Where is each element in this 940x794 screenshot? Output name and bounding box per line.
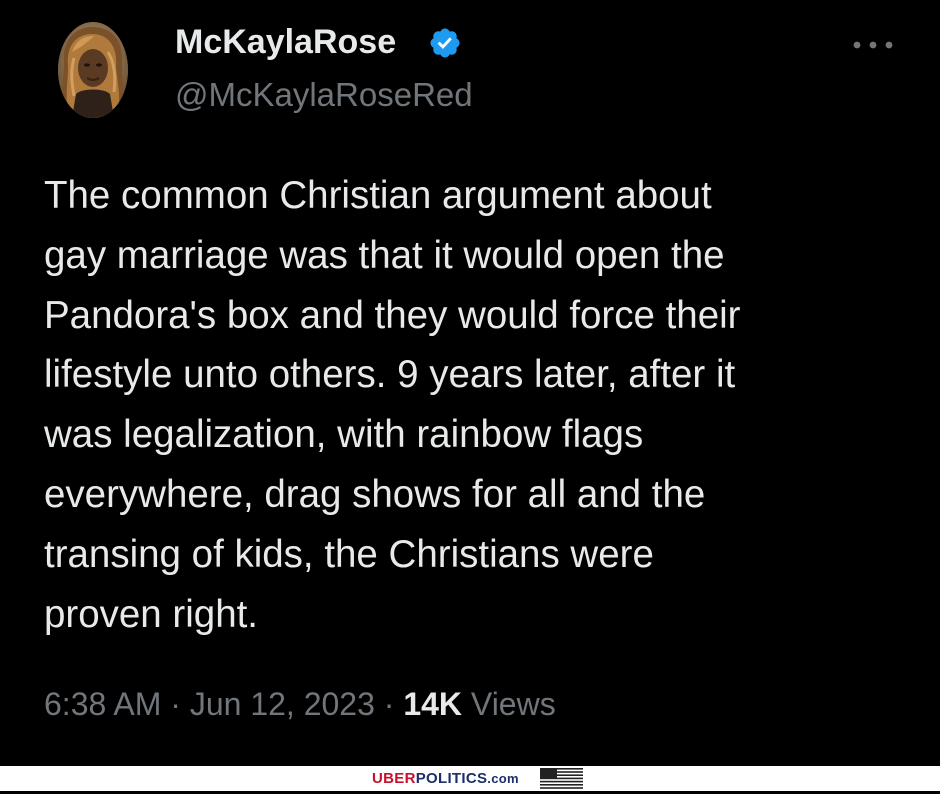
views-count[interactable]: 14K: [403, 686, 462, 722]
avatar[interactable]: [58, 22, 128, 118]
tweet-date[interactable]: Jun 12, 2023: [190, 686, 375, 722]
verified-badge-icon[interactable]: [428, 26, 462, 60]
tweet-card: McKaylaRose @McKaylaRoseRed The common C…: [0, 0, 940, 766]
tweet-time[interactable]: 6:38 AM: [44, 686, 161, 722]
watermark-footer: UBERPOLITICS.com: [0, 766, 940, 791]
brand-logo: UBERPOLITICS.com: [372, 771, 519, 787]
brand-part-uber: UBER: [372, 770, 416, 787]
user-handle[interactable]: @McKaylaRoseRed: [175, 75, 473, 115]
views-label[interactable]: Views: [471, 686, 556, 722]
more-dots-icon[interactable]: [848, 34, 898, 56]
us-flag-icon: [540, 768, 583, 789]
tweet-text: The common Christian argument about gay …: [44, 174, 741, 636]
brand-part-com: .com: [487, 771, 519, 786]
brand-part-politics: POLITICS: [415, 770, 488, 787]
display-name[interactable]: McKaylaRose: [175, 22, 396, 62]
meta-separator: ·: [170, 686, 181, 722]
avatar-photo: [58, 22, 128, 118]
meta-separator: ·: [383, 686, 395, 722]
tweet-metadata: 6:38 AM · Jun 12, 2023 · 14K Views: [44, 684, 556, 724]
